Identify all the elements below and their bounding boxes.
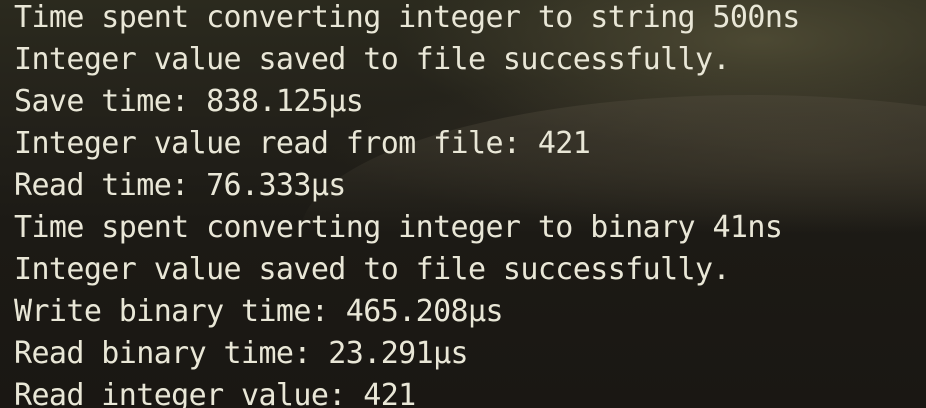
terminal-output: Time spent converting integer to string …	[14, 0, 800, 408]
output-line: Save time: 838.125µs	[14, 84, 364, 119]
output-line: Time spent converting integer to binary …	[14, 210, 783, 245]
output-line: Read integer value: 421	[14, 378, 416, 408]
terminal-window: Time spent converting integer to string …	[0, 0, 926, 408]
output-line: Write binary time: 465.208µs	[14, 294, 504, 329]
output-line: Integer value read from file: 421	[14, 126, 591, 161]
output-line: Integer value saved to file successfully…	[14, 252, 731, 287]
output-line: Time spent converting integer to string …	[14, 0, 800, 35]
output-line: Read time: 76.333µs	[14, 168, 346, 203]
output-line: Integer value saved to file successfully…	[14, 42, 731, 77]
output-line: Read binary time: 23.291µs	[14, 336, 469, 371]
